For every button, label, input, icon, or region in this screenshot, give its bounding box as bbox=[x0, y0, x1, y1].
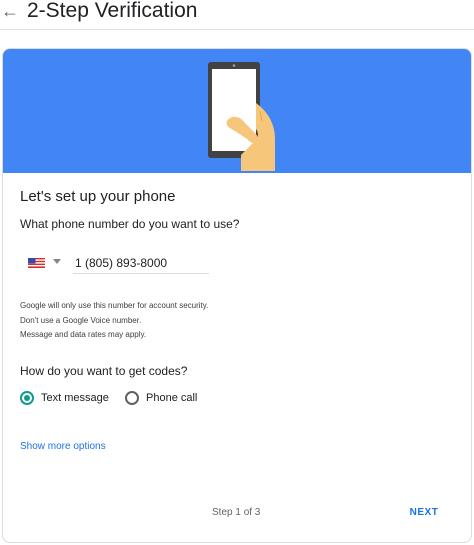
top-bar: ← 2-Step Verification bbox=[0, 0, 474, 30]
note-line: Message and data rates may apply. bbox=[20, 330, 147, 339]
us-flag-icon[interactable] bbox=[28, 258, 45, 268]
next-button[interactable]: NEXT bbox=[404, 501, 444, 523]
radio-unselected-icon bbox=[125, 391, 139, 405]
note-line: Don't use a Google Voice number. bbox=[20, 315, 142, 325]
page-title: 2-Step Verification bbox=[27, 0, 198, 22]
hand-holding-phone-icon bbox=[208, 62, 275, 171]
phone-question: What phone number do you want to use? bbox=[20, 217, 240, 231]
radio-selected-icon bbox=[20, 391, 34, 405]
setup-card: Let's set up your phone What phone numbe… bbox=[2, 48, 472, 543]
arrow-left-icon[interactable]: ← bbox=[0, 0, 20, 22]
note-line: Google will only use this number for acc… bbox=[20, 301, 209, 310]
banner bbox=[3, 49, 471, 173]
radio-label: Phone call bbox=[146, 392, 198, 404]
phone-number-input[interactable] bbox=[73, 252, 209, 274]
phone-notes: Google will only use this number for acc… bbox=[20, 299, 208, 343]
show-more-options-link[interactable]: Show more options bbox=[20, 441, 106, 452]
step-indicator: Step 1 of 3 bbox=[212, 507, 261, 518]
radio-label: Text message bbox=[41, 392, 109, 404]
phone-call-radio[interactable]: Phone call bbox=[125, 391, 197, 405]
codes-question: How do you want to get codes? bbox=[20, 364, 188, 378]
setup-heading: Let's set up your phone bbox=[20, 188, 176, 205]
text-message-radio[interactable]: Text message bbox=[20, 391, 109, 405]
chevron-down-icon[interactable] bbox=[53, 259, 61, 264]
